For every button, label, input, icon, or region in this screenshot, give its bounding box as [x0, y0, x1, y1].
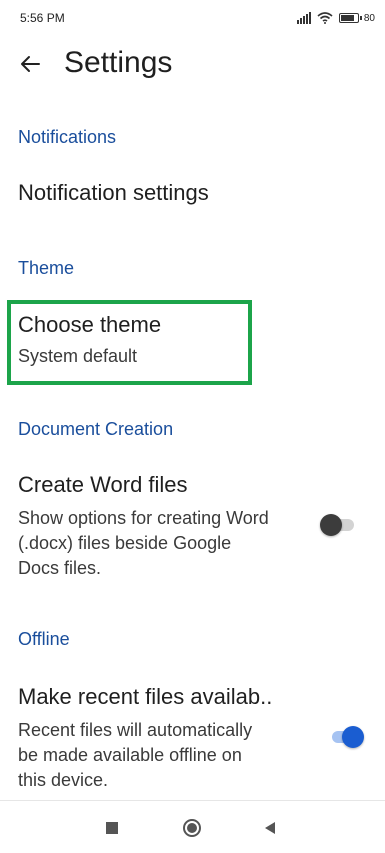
offline-files-desc-line-1: Recent files will automatically [18, 720, 253, 740]
battery-percent: 80 [363, 12, 375, 24]
recents-button[interactable] [100, 817, 124, 839]
square-icon [106, 822, 118, 834]
offline-files-title: Make recent files availab.. [18, 684, 273, 709]
section-header-document-creation: Document Creation [18, 419, 174, 439]
back-triangle-icon [265, 822, 275, 834]
page-title: Settings [64, 46, 173, 79]
create-word-files-desc-line-3: Docs files. [18, 558, 102, 578]
choose-theme-value: System default [18, 346, 138, 366]
offline-files-desc-line-2: be made available offline on [18, 745, 242, 765]
offline-files-desc-line-3: this device. [18, 770, 109, 790]
app-bar: Settings [0, 36, 385, 92]
create-word-files-desc-line-2: (.docx) files beside Google [18, 533, 232, 553]
status-time: 5:56 PM [20, 11, 65, 25]
notification-settings-row[interactable]: Notification settings [18, 180, 358, 210]
arrow-left-icon [21, 56, 40, 72]
signal-icon [296, 12, 311, 24]
battery-icon: 80 [338, 12, 375, 24]
battery-fill [340, 15, 354, 21]
wifi-icon [317, 12, 333, 24]
home-circle-icon [183, 819, 201, 837]
choose-theme-title: Choose theme [18, 312, 162, 337]
section-header-notifications: Notifications [18, 127, 117, 147]
create-word-files-toggle[interactable] [320, 514, 356, 536]
create-word-files-desc-line-1: Show options for creating Word [18, 508, 269, 528]
status-icons: 80 [296, 9, 375, 27]
status-bar: 5:56 PM 80 [0, 0, 385, 36]
choose-theme-row[interactable]: Choose theme System default [0, 306, 385, 376]
section-header-theme: Theme [18, 258, 75, 278]
home-button[interactable] [180, 817, 204, 839]
section-header-offline: Offline [18, 629, 70, 649]
create-word-files-title: Create Word files [18, 472, 188, 497]
offline-files-toggle[interactable] [328, 726, 364, 748]
system-nav-bar [0, 800, 385, 853]
system-back-button[interactable] [258, 817, 282, 839]
back-button[interactable] [10, 44, 50, 84]
